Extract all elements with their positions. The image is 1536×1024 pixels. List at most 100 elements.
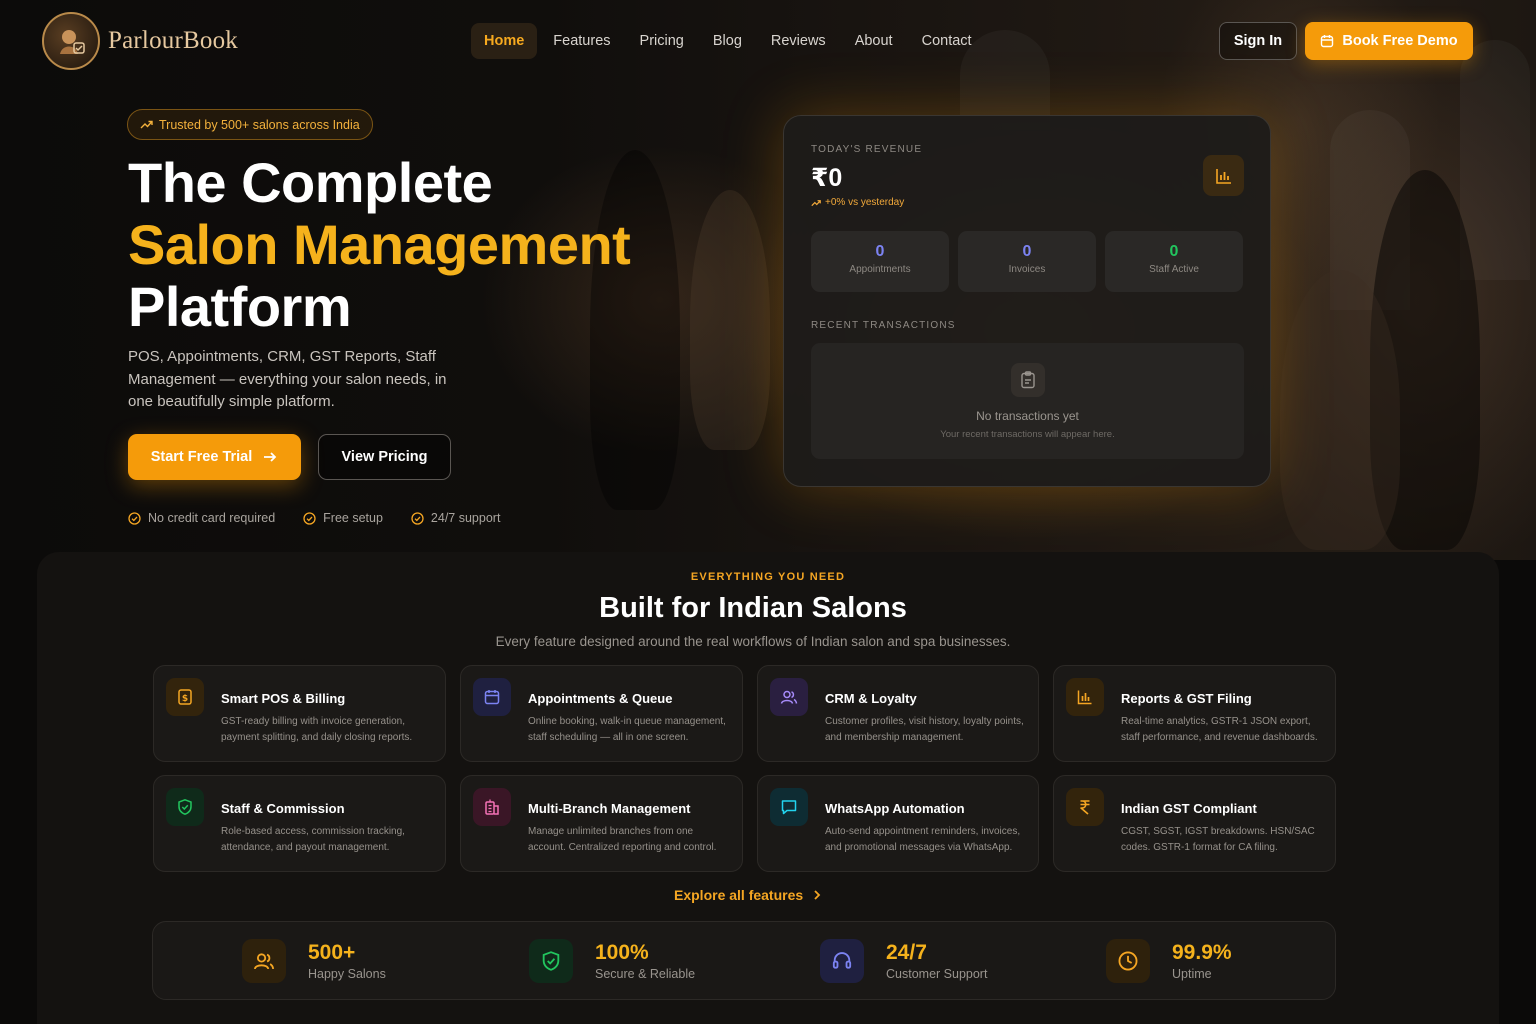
bar-chart-icon — [1066, 678, 1104, 716]
nav-links: Home Features Pricing Blog Reviews About… — [471, 23, 988, 59]
trust-badge: Trusted by 500+ salons across India — [127, 109, 373, 140]
dashboard-preview-card: TODAY'S REVENUE ₹0 +0% vs yesterday 0 Ap… — [783, 115, 1271, 487]
feature-title: Reports & GST Filing — [1121, 691, 1252, 706]
feature-description: CGST, SGST, IGST breakdowns. HSN/SAC cod… — [1121, 826, 1315, 853]
hero-title: The Complete Salon Management Platform — [128, 151, 631, 338]
revenue-value: ₹0 — [811, 164, 843, 192]
perk-label: 24/7 support — [430, 511, 501, 525]
stat-appointments: 0 Appointments — [811, 231, 949, 292]
perk-label: No credit card required — [148, 511, 276, 525]
background-figure — [690, 190, 770, 450]
start-free-trial-button[interactable]: Start Free Trial — [128, 434, 301, 480]
shield-check-icon — [529, 939, 573, 983]
perk-label: Free setup — [323, 511, 383, 525]
feature-card-crm[interactable]: CRM & Loyalty Customer profiles, visit h… — [757, 665, 1039, 762]
brand-logo[interactable]: ParlourBook — [42, 12, 238, 70]
stat-caption: Uptime — [1172, 967, 1212, 981]
feature-description: Auto-send appointment reminders, invoice… — [825, 826, 1021, 853]
feature-card-staff[interactable]: Staff & Commission Role-based access, co… — [153, 775, 446, 872]
empty-state-title: No transactions yet — [976, 409, 1079, 423]
chevron-right-icon — [814, 890, 821, 900]
perk-item: No credit card required — [128, 511, 275, 525]
rupee-icon — [1066, 788, 1104, 826]
features-kicker: EVERYTHING YOU NEED — [690, 571, 846, 583]
shield-check-icon — [166, 788, 204, 826]
calendar-icon — [473, 678, 511, 716]
revenue-delta-text: +0% vs yesterday — [825, 197, 905, 208]
book-demo-label: Book Free Demo — [1342, 33, 1458, 49]
nav-contact[interactable]: Contact — [909, 23, 985, 59]
features-subtitle: Every feature designed around the real w… — [495, 634, 1011, 649]
bar-chart-icon[interactable] — [1203, 155, 1244, 196]
check-circle-icon — [128, 511, 141, 525]
stats-bar: 500+ Happy Salons 100% Secure & Reliable… — [152, 921, 1336, 1000]
hero-perks: No credit card required Free setup 24/7 … — [128, 511, 528, 525]
feature-title: CRM & Loyalty — [825, 691, 917, 706]
feature-title: Indian GST Compliant — [1121, 801, 1257, 816]
stat-support: 24/7 Customer Support — [820, 939, 987, 983]
clock-icon — [1106, 939, 1150, 983]
feature-card-pos[interactable]: $ Smart POS & Billing GST-ready billing … — [153, 665, 446, 762]
clipboard-icon — [1010, 363, 1045, 397]
trending-up-icon — [811, 199, 821, 206]
nav-reviews[interactable]: Reviews — [758, 23, 839, 59]
feature-card-whatsapp[interactable]: WhatsApp Automation Auto-send appointmen… — [757, 775, 1039, 872]
building-icon — [473, 788, 511, 826]
hero-title-line2: Salon Management — [128, 213, 631, 276]
feature-title: Smart POS & Billing — [221, 691, 346, 706]
feature-description: Role-based access, commission tracking, … — [221, 826, 405, 853]
trending-up-icon — [140, 120, 153, 129]
revenue-label: TODAY'S REVENUE — [811, 144, 923, 155]
feature-card-reports[interactable]: Reports & GST Filing Real-time analytics… — [1053, 665, 1336, 762]
stat-value: 0 — [1022, 243, 1032, 260]
explore-features-link[interactable]: Explore all features — [674, 887, 823, 903]
feature-description: GST-ready billing with invoice generatio… — [221, 716, 413, 743]
features-title: Built for Indian Salons — [599, 592, 907, 624]
users-icon — [242, 939, 286, 983]
message-icon — [770, 788, 808, 826]
feature-card-gst[interactable]: Indian GST Compliant CGST, SGST, IGST br… — [1053, 775, 1336, 872]
stat-staff-active: 0 Staff Active — [1105, 231, 1243, 292]
stat-uptime: 99.9% Uptime — [1106, 939, 1232, 983]
feature-title: Multi-Branch Management — [528, 801, 691, 816]
book-demo-button[interactable]: Book Free Demo — [1305, 22, 1473, 60]
brand-name: ParlourBook — [108, 27, 238, 54]
feature-description: Online booking, walk-in queue management… — [528, 716, 726, 743]
stat-label: Invoices — [1008, 264, 1046, 275]
feature-title: Staff & Commission — [221, 801, 345, 816]
feature-description: Customer profiles, visit history, loyalt… — [825, 716, 1024, 743]
headset-icon — [820, 939, 864, 983]
nav-about[interactable]: About — [842, 23, 906, 59]
logo-emblem-icon — [42, 12, 100, 70]
nav-pricing[interactable]: Pricing — [627, 23, 697, 59]
receipt-icon: $ — [166, 678, 204, 716]
stat-number: 500+ — [308, 941, 356, 964]
stat-number: 24/7 — [886, 941, 927, 964]
stat-label: Staff Active — [1149, 264, 1199, 275]
nav-features[interactable]: Features — [540, 23, 623, 59]
stat-caption: Customer Support — [886, 967, 988, 981]
top-navigation: ParlourBook Home Features Pricing Blog R… — [0, 0, 1536, 82]
stat-secure: 100% Secure & Reliable — [529, 939, 695, 983]
feature-title: Appointments & Queue — [528, 691, 673, 706]
view-pricing-button[interactable]: View Pricing — [318, 434, 451, 480]
background-figure — [1280, 270, 1400, 550]
sign-in-button[interactable]: Sign In — [1219, 22, 1297, 60]
stat-caption: Happy Salons — [308, 967, 386, 981]
start-free-trial-label: Start Free Trial — [150, 449, 253, 465]
feature-card-appointments[interactable]: Appointments & Queue Online booking, wal… — [460, 665, 743, 762]
feature-card-multibranch[interactable]: Multi-Branch Management Manage unlimited… — [460, 775, 743, 872]
stat-value: 0 — [1169, 243, 1179, 260]
hero-subtitle: POS, Appointments, CRM, GST Reports, Sta… — [128, 348, 447, 410]
transactions-empty-state: No transactions yet Your recent transact… — [811, 343, 1244, 459]
revenue-delta: +0% vs yesterday — [811, 197, 904, 208]
nav-blog[interactable]: Blog — [700, 23, 755, 59]
calendar-icon — [1321, 35, 1334, 48]
empty-state-subtitle: Your recent transactions will appear her… — [940, 429, 1115, 440]
svg-text:$: $ — [182, 694, 188, 704]
recent-transactions-label: RECENT TRANSACTIONS — [811, 320, 956, 331]
nav-home[interactable]: Home — [471, 23, 538, 59]
trust-badge-text: Trusted by 500+ salons across India — [159, 117, 360, 132]
hero-title-line1: The Complete — [128, 151, 493, 214]
stat-invoices: 0 Invoices — [958, 231, 1096, 292]
